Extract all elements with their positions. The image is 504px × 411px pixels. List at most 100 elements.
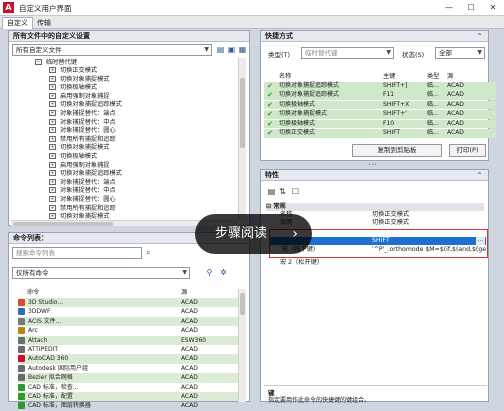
tree-item[interactable]: + 对象捕捉替代：端点 [49,178,116,187]
property-pages-icon[interactable]: ☐ [291,187,300,196]
sort-az-icon[interactable]: ⇅ [278,187,287,196]
expand-icon[interactable]: + [49,118,56,125]
expand-icon[interactable]: + [49,92,56,99]
tree-vertical-scrollbar[interactable] [238,58,246,220]
open-file-icon[interactable]: ▤ [216,45,225,54]
shortcut-row[interactable]: ✔ 切换极轴模式 F10 临... ACAD [264,119,496,129]
property-section-general[interactable]: ⊟ 常规 [266,203,484,211]
expand-icon[interactable]: + [49,67,56,73]
type-select[interactable]: 临时替代键 ▼ [301,47,394,59]
tree-item[interactable]: + 切换极轴模式 [49,153,97,161]
tree-item[interactable]: + 启用强制对象捕捉 [49,92,110,101]
copy-to-clipboard-button[interactable]: 复制到剪贴板 [352,144,442,157]
tab-transfer[interactable]: 传输 [32,17,56,29]
shortcut-row[interactable]: ✔ 切换正交模式 SHIFT 临... ACAD [264,129,496,138]
command-row[interactable]: 3DDWF ACAD [18,307,238,316]
tree-item[interactable]: + 对象捕捉替代：圆心 [49,196,116,204]
tree-item[interactable]: + 切换正交模式 [49,67,97,75]
tree-item[interactable]: + 启用强制对象捕捉 [49,161,110,170]
command-row[interactable]: ATTIPEDIT ACAD [18,345,238,354]
command-row[interactable]: Arc ACAD [18,326,238,335]
command-list-scrollbar[interactable] [238,289,246,402]
command-search-input[interactable]: 搜索命令列表 [12,247,142,259]
minimize-icon[interactable]: — [438,0,460,15]
macro-value[interactable]: '^P'_.orthomode $M=$(if,$(and,$(getv [372,246,486,254]
command-row[interactable]: ACIS 文件... ACAD [18,316,238,327]
find-icon[interactable]: ⚲ [205,268,214,277]
categorized-icon[interactable]: ▤ [267,187,276,196]
tree-node-temporary-override[interactable]: − 临时替代键 [35,59,77,67]
collapse-icon[interactable]: ⌃ [475,171,484,180]
collapse-icon[interactable]: ⌃ [475,32,484,41]
tree-item[interactable]: + 切换对象捕捉模式 [49,75,110,84]
tree-item[interactable]: + 对象捕捉替代：圆心 [49,127,116,135]
expand-icon[interactable]: + [49,196,56,202]
tree-item[interactable]: + 对象捕捉替代：中点 [49,187,116,195]
tree-item[interactable]: + 切换极轴模式 [49,84,97,92]
command-row[interactable]: CAD 标准，图层转换器 ACAD [18,401,238,410]
command-row[interactable]: Attach ESW360 [18,335,238,345]
key-value[interactable]: SHIFT [372,237,390,245]
print-button[interactable]: 打印(P) [449,144,486,157]
tab-customize[interactable]: 自定义 [2,17,33,29]
expand-icon[interactable]: + [49,127,56,134]
close-icon[interactable]: ✕ [482,0,504,15]
command-row[interactable]: 3D Studio... ACAD [18,298,238,308]
column-header-type[interactable]: 类型 [427,72,439,81]
shortcut-source: ACAD [447,119,464,127]
command-row[interactable]: AutoCAD 360 ACAD [18,354,238,364]
command-name: 3DDWF [28,308,51,316]
property-value-name[interactable]: 切换正交模式 [372,211,409,219]
expand-icon[interactable]: + [49,110,56,116]
expand-icon[interactable]: + [49,75,56,82]
customization-file-select[interactable]: 所有自定义文件 ▼ [12,44,212,56]
tree-item[interactable]: + 禁用所有捕捉和追踪 [49,204,116,213]
expand-icon[interactable]: + [49,153,56,159]
tree-item[interactable]: + 切换对象捕捉模式 [49,144,110,152]
command-row[interactable]: Bezier 拟合网格 ACAD [18,373,238,383]
command-row[interactable]: CAD 标准，配置 ACAD [18,392,238,402]
column-header-key[interactable]: 主键 [383,72,395,81]
tree-item[interactable]: + 切换对象捕捉追踪模式 [49,101,122,109]
command-row[interactable]: CAD 标准，检查... ACAD [18,383,238,392]
expand-icon[interactable]: + [49,144,56,151]
scroll-thumb[interactable] [13,222,113,226]
tree-item[interactable]: + 对象捕捉替代：中点 [49,118,116,127]
expand-icon[interactable]: + [49,101,56,108]
command-filter-select[interactable]: 仅所有命令 ▼ [12,267,190,279]
tree-item[interactable]: + 禁用所有捕捉和追踪 [49,135,116,144]
maximize-icon[interactable]: ☐ [460,0,482,15]
expand-icon[interactable]: + [49,187,56,194]
expand-icon[interactable]: + [49,135,56,142]
step-reading-overlay[interactable]: 步骤阅读 › [195,214,312,254]
shortcut-row[interactable]: ✔ 切换对象捕捉追踪模式 F11 临... ACAD [264,91,496,100]
column-header-command[interactable]: 命令 [27,288,39,297]
status-select[interactable]: 全部 ▼ [435,47,485,59]
new-command-icon[interactable]: ✲ [219,268,228,277]
column-header-name[interactable]: 名称 [279,72,291,81]
column-header-source[interactable]: 源 [181,288,187,297]
tree-item[interactable]: + 对象捕捉替代：端点 [49,110,116,118]
expand-icon[interactable]: + [49,170,56,177]
save-icon[interactable]: ▣ [227,45,236,54]
scroll-thumb[interactable] [240,293,245,315]
search-icon[interactable]: ⌕ [144,248,153,257]
column-header-source[interactable]: 源 [447,72,453,81]
save-as-icon[interactable]: ▦ [238,45,247,54]
shortcut-row[interactable]: ✔ 切换对象捕捉追踪模式 SHIFT+] 临... ACAD [264,82,496,91]
tree-item[interactable]: + 切换对象捕捉追踪模式 [49,170,122,178]
expand-icon[interactable]: + [49,178,56,185]
expand-icon[interactable]: + [49,213,56,220]
expand-icon[interactable]: + [49,161,56,168]
command-row[interactable]: Autodesk 国际用户组 ACAD [18,364,238,373]
expand-icon[interactable]: + [49,84,56,91]
shortcut-source: ACAD [447,110,464,118]
ellipsis-button[interactable]: … [476,237,485,245]
property-value-description[interactable]: 切换正交模式 [372,219,409,227]
shortcut-row[interactable]: ✔ 切换对象捕捉模式 SHIFT+' 临... ACAD [264,110,496,119]
scroll-thumb[interactable] [240,78,245,148]
shortcut-row[interactable]: ✔ 切换极轴模式 SHIFT+X 临... ACAD [264,100,496,110]
expand-icon[interactable]: + [49,204,56,211]
collapse-icon[interactable]: − [35,59,42,65]
splitter-grip-icon[interactable]: ••• [368,163,384,168]
